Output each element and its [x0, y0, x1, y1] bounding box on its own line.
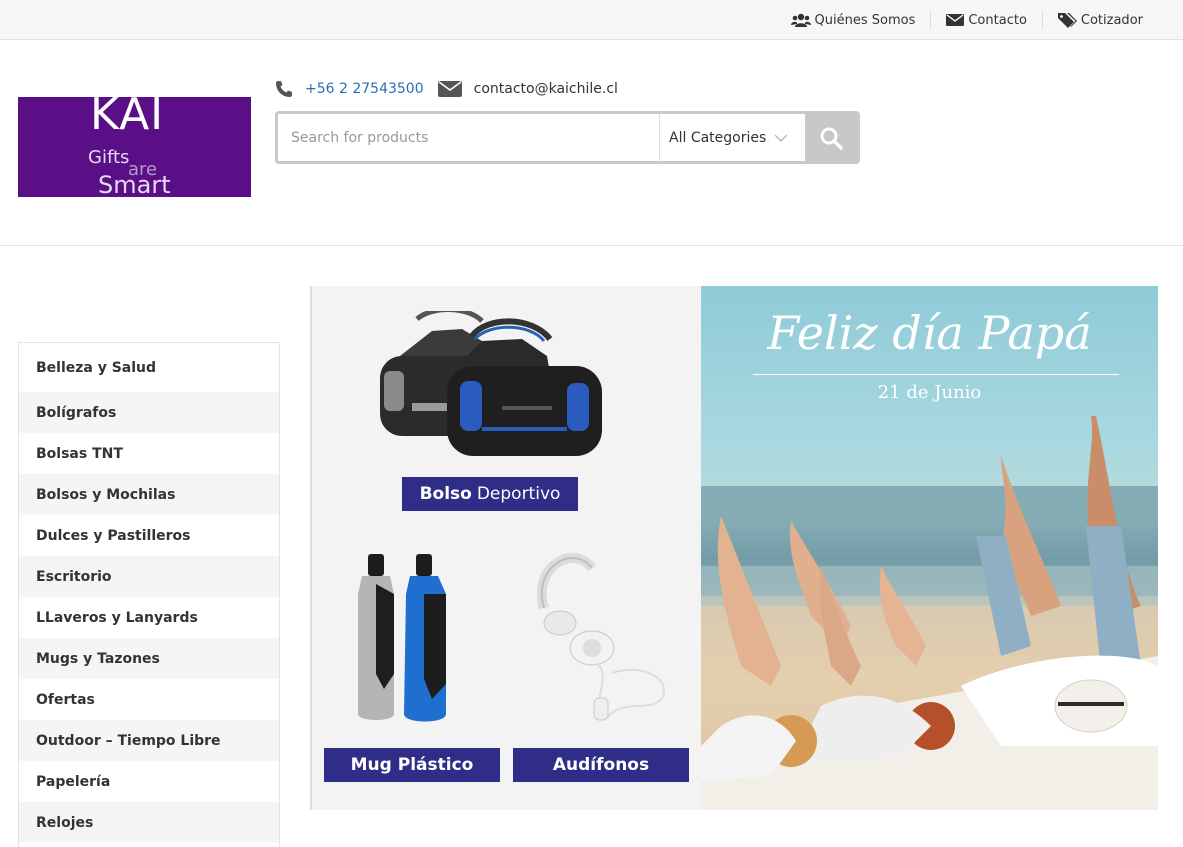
- category-item[interactable]: LLaveros y Lanyards: [19, 597, 279, 638]
- category-item[interactable]: Bolsos y Mochilas: [19, 474, 279, 515]
- envelope-icon: [437, 81, 462, 97]
- bolso-label-rest: Deportivo: [476, 484, 561, 504]
- category-select-value: All Categories: [669, 129, 767, 146]
- site-logo[interactable]: KAI Gifts are Smart: [18, 97, 251, 197]
- site-header: KAI Gifts are Smart +56 2 27543500 conta…: [0, 40, 1183, 246]
- users-icon: [790, 13, 811, 27]
- search-icon: [820, 127, 843, 150]
- water-bottles-image[interactable]: [354, 554, 464, 726]
- category-item[interactable]: Mugs y Tazones: [19, 638, 279, 679]
- search-button[interactable]: [805, 114, 857, 161]
- search-input[interactable]: [278, 114, 660, 161]
- banner-divider: [753, 374, 1119, 375]
- category-item[interactable]: Outdoor – Tiempo Libre: [19, 720, 279, 761]
- category-item[interactable]: Escritorio: [19, 556, 279, 597]
- phone-number[interactable]: +56 2 27543500: [305, 81, 424, 97]
- category-item[interactable]: Papelería: [19, 761, 279, 802]
- banner-date: 21 de Junio: [877, 382, 982, 403]
- envelope-icon: [946, 14, 965, 26]
- search-bar: All Categories: [275, 111, 860, 164]
- contact-info: +56 2 27543500 contacto@kaichile.cl: [275, 80, 618, 98]
- sports-bag-image[interactable]: [372, 311, 612, 461]
- contact-link-label: Contacto: [968, 12, 1027, 28]
- logo-kai: KAI: [90, 97, 165, 140]
- bolso-label-bold: Bolso: [419, 484, 472, 504]
- about-link[interactable]: Quiénes Somos: [776, 10, 931, 30]
- logo-gifts: Gifts: [88, 147, 130, 168]
- product-promo-panel: Bolso Deportivo Mug Plástico Audífonos: [310, 286, 701, 810]
- category-select[interactable]: All Categories: [659, 114, 805, 161]
- phone-icon: [276, 81, 292, 97]
- mug-plastico-label[interactable]: Mug Plástico: [324, 748, 500, 782]
- category-sidebar: Belleza y Salud Bolígrafos Bolsas TNT Bo…: [18, 342, 280, 847]
- category-item[interactable]: Belleza y Salud: [19, 343, 279, 392]
- audifonos-label[interactable]: Audífonos: [513, 748, 689, 782]
- chevron-down-icon: [774, 133, 788, 142]
- quote-link[interactable]: Cotizador: [1041, 10, 1158, 30]
- banner-title: Feliz día Papá: [767, 306, 1092, 360]
- beach-family-photo: [701, 416, 1158, 810]
- email-address[interactable]: contacto@kaichile.cl: [474, 81, 618, 97]
- category-item[interactable]: Ofertas: [19, 679, 279, 720]
- about-link-label: Quiénes Somos: [814, 12, 916, 28]
- fathers-day-banner[interactable]: Feliz día Papá 21 de Junio: [701, 286, 1158, 810]
- category-item[interactable]: Bolsas TNT: [19, 433, 279, 474]
- top-bar: Quiénes Somos Contacto Cotizador: [0, 0, 1183, 40]
- category-item[interactable]: Bolígrafos: [19, 392, 279, 433]
- category-item[interactable]: Dulces y Pastilleros: [19, 515, 279, 556]
- headphones-image[interactable]: [522, 548, 682, 728]
- tags-icon: [1057, 13, 1077, 28]
- bolso-deportivo-label[interactable]: Bolso Deportivo: [402, 477, 578, 511]
- quote-link-label: Cotizador: [1080, 12, 1143, 28]
- category-item[interactable]: Relojes: [19, 802, 279, 843]
- top-links: Quiénes Somos Contacto Cotizador: [776, 10, 1158, 30]
- logo-smart: Smart: [98, 171, 171, 197]
- contact-link[interactable]: Contacto: [930, 10, 1042, 30]
